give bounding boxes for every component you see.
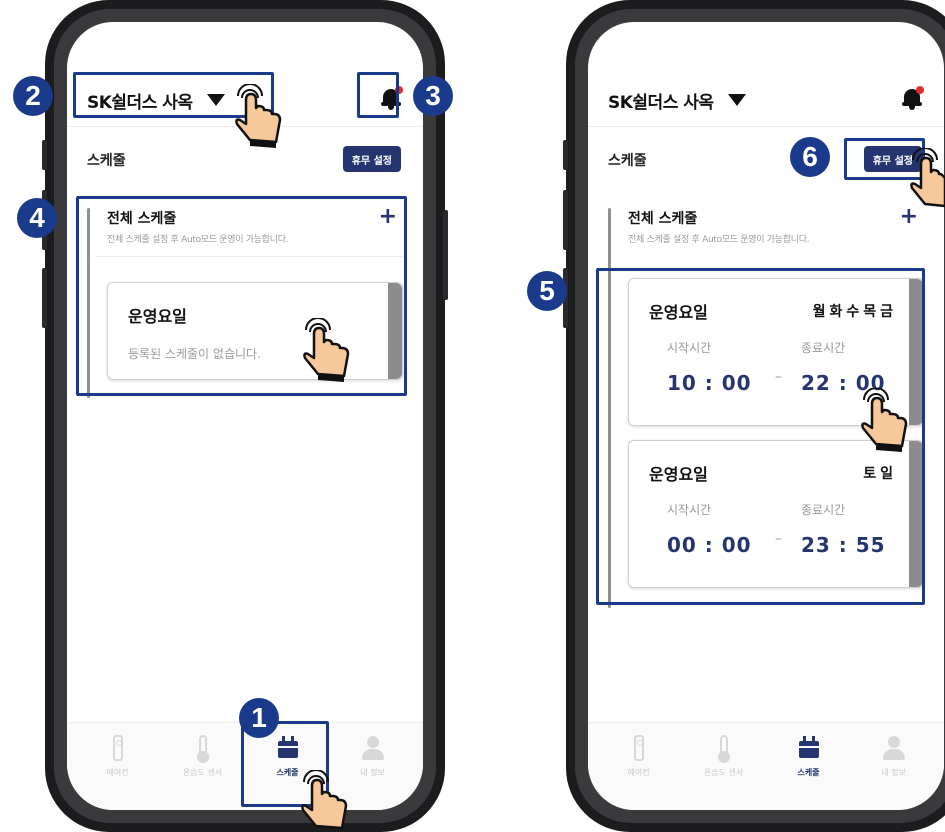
panel-description: 전체 스케줄 설정 후 Auto모드 운영이 가능합니다. <box>628 235 810 245</box>
nav-item-sensor[interactable]: 온습도 센서 <box>160 735 245 810</box>
tap-hand-icon <box>861 388 908 452</box>
nav-item-myinfo[interactable]: 내 정보 <box>851 735 936 810</box>
bottom-nav: 에어컨 온습도 센서 스케줄 내 정보 <box>588 722 944 810</box>
remote-icon <box>105 735 131 761</box>
step-badge-1: 1 <box>239 698 279 738</box>
step-badge-6: 6 <box>790 137 830 177</box>
tap-hand-icon <box>910 148 945 208</box>
nav-label: 스케줄 <box>797 768 820 777</box>
notification-dot <box>916 86 924 94</box>
user-icon <box>360 735 386 761</box>
panel-title: 전체 스케줄 <box>628 211 698 227</box>
tap-hand-icon <box>303 318 350 382</box>
nav-label: 온습도 센서 <box>182 768 223 777</box>
step-badge-3: 3 <box>413 76 453 116</box>
power-button <box>443 210 448 300</box>
nav-item-aircon[interactable]: 에어컨 <box>596 735 681 810</box>
nav-label: 내 정보 <box>360 768 385 777</box>
thermometer-icon <box>190 735 216 763</box>
vacation-setting-button[interactable]: 휴무 설정 <box>342 146 401 172</box>
nav-item-schedule[interactable]: 스케줄 <box>766 735 851 810</box>
user-icon <box>881 735 907 761</box>
bell-icon[interactable] <box>902 86 924 112</box>
step-badge-4: 4 <box>17 198 57 238</box>
remote-icon <box>626 735 652 761</box>
nav-label: 내 정보 <box>881 768 906 777</box>
mute-switch <box>563 140 568 170</box>
header-divider <box>588 126 944 127</box>
nav-item-sensor[interactable]: 온습도 센서 <box>681 735 766 810</box>
volume-up-button <box>563 190 568 250</box>
site-selector[interactable]: SK쉴더스 사옥 <box>608 84 746 116</box>
nav-label: 에어컨 <box>106 768 129 777</box>
tap-hand-icon <box>301 770 348 830</box>
mute-switch <box>42 140 47 170</box>
site-name: SK쉴더스 사옥 <box>608 92 714 113</box>
calendar-icon <box>796 735 822 761</box>
nav-label: 에어컨 <box>627 768 650 777</box>
tap-hand-icon <box>235 84 282 148</box>
thermometer-icon <box>711 735 737 763</box>
step-badge-5: 5 <box>527 271 567 311</box>
highlight-notification <box>357 72 399 118</box>
caret-down-icon <box>727 94 746 106</box>
volume-down-button <box>42 268 47 328</box>
nav-label: 온습도 센서 <box>703 768 744 777</box>
nav-item-aircon[interactable]: 에어컨 <box>75 735 160 810</box>
section-title: 스케줄 <box>608 153 647 169</box>
section-title: 스케줄 <box>87 153 126 169</box>
step-badge-2: 2 <box>13 76 53 116</box>
